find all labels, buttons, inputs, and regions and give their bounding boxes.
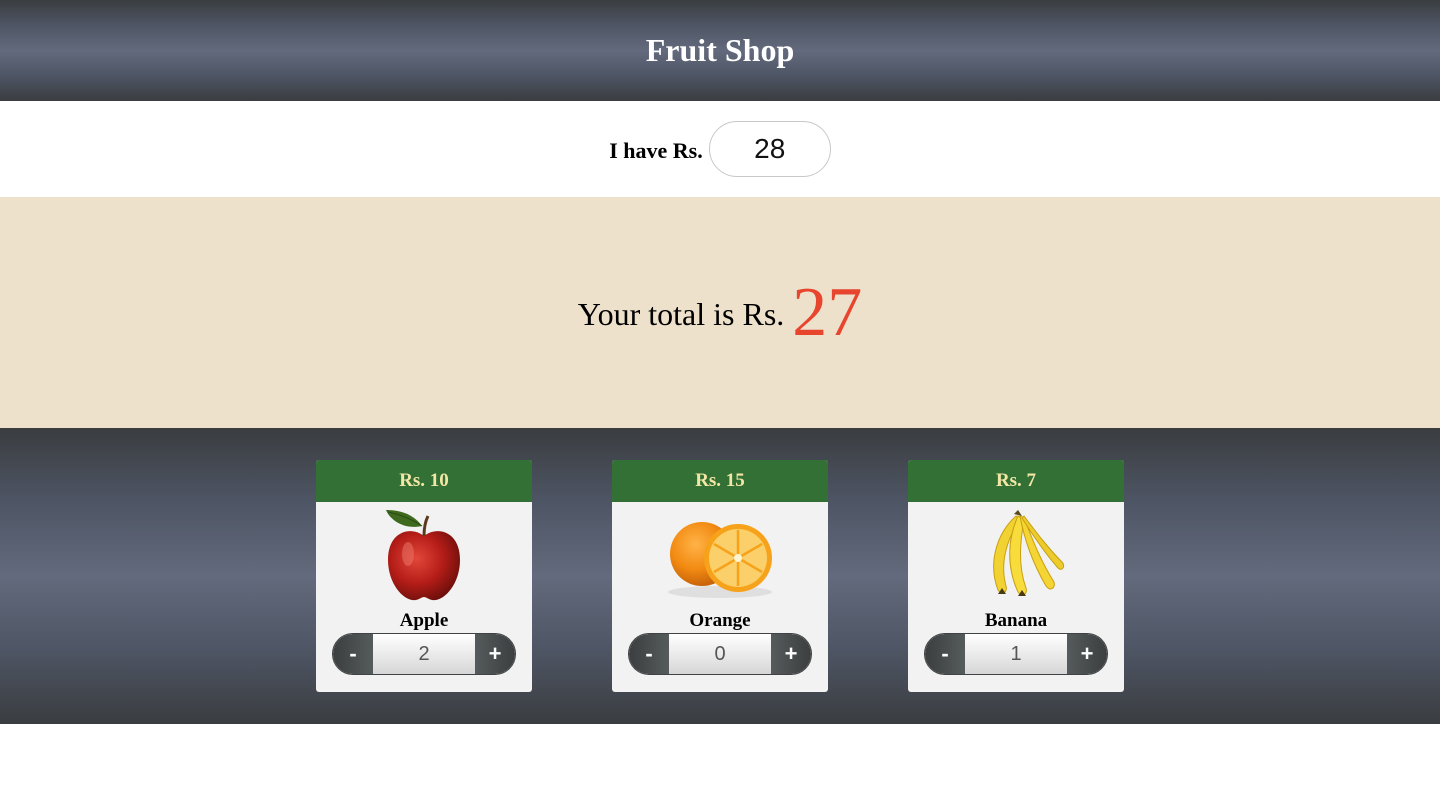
product-name: Apple	[399, 610, 449, 631]
apple-icon	[316, 502, 532, 606]
budget-input[interactable]	[708, 121, 831, 177]
product-card-banana: Rs. 7 Banana - +	[908, 460, 1124, 692]
product-price: Rs. 15	[612, 460, 828, 502]
product-name: Orange	[689, 610, 751, 631]
budget-row: I have Rs.	[0, 101, 1440, 197]
total-band: Your total is Rs. 27	[0, 197, 1440, 428]
quantity-input[interactable]	[373, 634, 475, 674]
total-label: Your total is Rs.	[577, 296, 785, 332]
orange-icon	[612, 502, 828, 606]
header-bar: Fruit Shop	[0, 0, 1440, 101]
quantity-input[interactable]	[965, 634, 1067, 674]
product-card-orange: Rs. 15 Orange - 0 +	[612, 460, 828, 692]
increment-button[interactable]: +	[475, 634, 515, 674]
quantity-stepper: - +	[332, 633, 516, 675]
total-value: 27	[792, 273, 863, 351]
page-title: Fruit Shop	[645, 32, 795, 68]
product-card-apple: Rs. 10 Apple - +	[316, 460, 532, 692]
decrement-button[interactable]: -	[629, 634, 669, 674]
decrement-button[interactable]: -	[333, 634, 373, 674]
banana-icon	[908, 502, 1124, 606]
product-name: Banana	[984, 610, 1048, 631]
products-band: Rs. 10 Apple - +	[0, 428, 1440, 724]
product-price: Rs. 7	[908, 460, 1124, 502]
decrement-button[interactable]: -	[925, 634, 965, 674]
increment-button[interactable]: +	[771, 634, 811, 674]
product-price: Rs. 10	[316, 460, 532, 502]
increment-button[interactable]: +	[1067, 634, 1107, 674]
budget-label: I have Rs.	[609, 138, 703, 163]
quantity-stepper: - +	[628, 633, 812, 675]
quantity-input[interactable]	[669, 634, 771, 674]
quantity-stepper: - +	[924, 633, 1108, 675]
